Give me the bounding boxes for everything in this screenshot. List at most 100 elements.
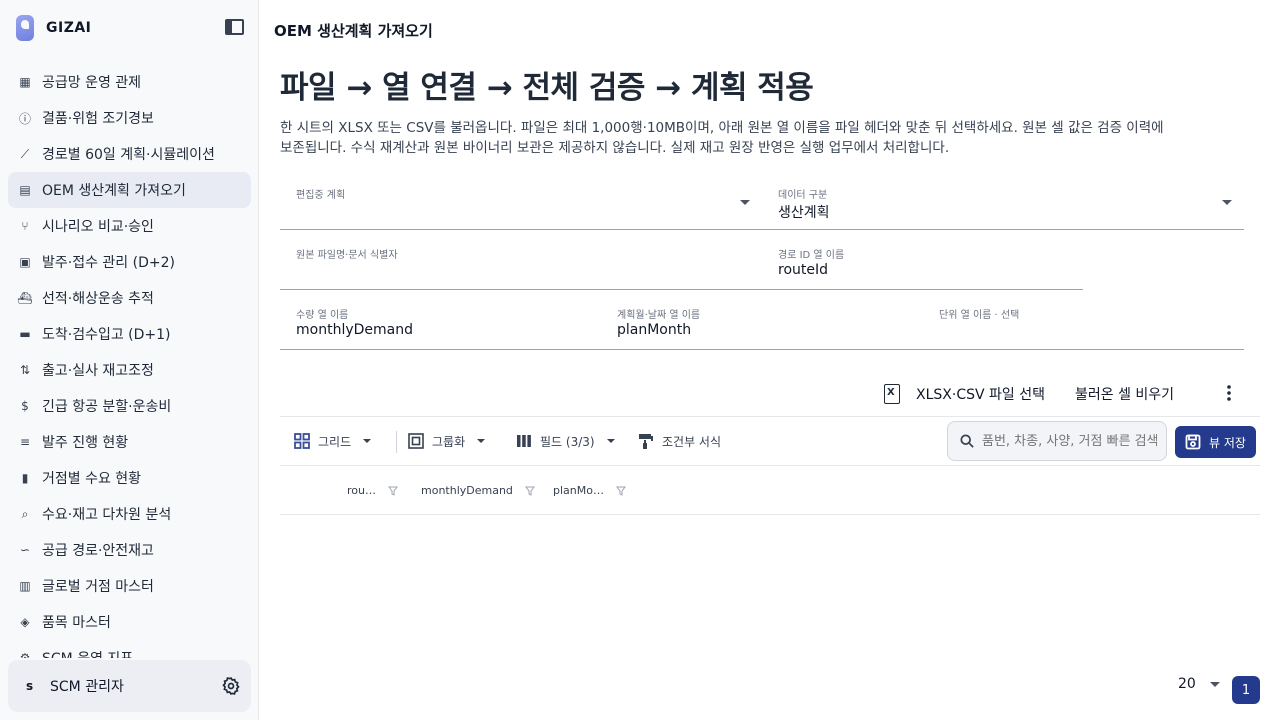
quantity-column-field[interactable]: 수량 열 이름 monthlyDemand [280, 300, 601, 350]
gear-icon[interactable] [221, 676, 241, 696]
page-size-select[interactable]: 20 [1178, 676, 1220, 692]
brand-name: GIZAI [46, 20, 92, 36]
grid-header-row: rou… monthlyDemand planMo… [280, 466, 1260, 515]
sidebar-item-label: 결품·위험 조기경보 [42, 111, 154, 127]
plan-select[interactable]: 편집중 계획 [280, 180, 762, 230]
select-file-button[interactable]: XLSX·CSV 파일 선택 [916, 384, 1045, 404]
trend-icon: ⟋ [20, 146, 30, 161]
grid-column-header[interactable]: planMo… [553, 484, 626, 497]
sidebar-item-11[interactable]: ▮ 거점별 수요 현황 [8, 460, 251, 496]
quantity-column-value: monthlyDemand [296, 322, 413, 338]
conditional-format-button[interactable]: 조건부 서식 [638, 431, 721, 451]
sidebar-collapse-icon[interactable] [225, 19, 244, 35]
sidebar-item-12[interactable]: ⌕ 수요·재고 다차원 분석 [8, 496, 251, 532]
brand[interactable]: GIZAI [16, 14, 91, 42]
sidebar-item-label: 시나리오 비교·승인 [42, 219, 154, 235]
sidebar-item-10[interactable]: ≡ 발주 진행 현황 [8, 424, 251, 460]
unit-column-field[interactable]: 단위 열 이름 · 선택 [923, 300, 1244, 350]
chevron-down-icon [740, 200, 750, 205]
search-input[interactable] [982, 433, 1157, 449]
sidebar-item-label: 발주·접수 관리 (D+2) [42, 255, 175, 271]
branch-icon: ⑂ [21, 219, 29, 233]
dollar-icon: $ [21, 399, 29, 413]
filter-icon[interactable] [524, 486, 535, 496]
file-actions: XLSX·CSV 파일 선택 불러온 셀 비우기 [880, 378, 1174, 410]
checklist-icon: ≡ [19, 435, 31, 449]
group-by-button[interactable]: 그룹화 [408, 431, 486, 451]
sidebar-item-4[interactable]: ⑂ 시나리오 비교·승인 [8, 208, 251, 244]
source-file-label: 원본 파일명·문서 식별자 [296, 250, 398, 261]
filter-icon[interactable] [387, 486, 398, 496]
quick-search[interactable] [947, 421, 1167, 461]
quantity-column-label: 수량 열 이름 [296, 310, 349, 321]
chevron-down-icon [477, 439, 486, 443]
page-size-value: 20 [1178, 676, 1196, 692]
sidebar-item-8[interactable]: ⇅ 출고·실사 재고조정 [8, 352, 251, 388]
sidebar-item-label: SCM 운영 지표 [42, 648, 133, 658]
sidebar-item-label: 글로벌 거점 마스터 [42, 579, 154, 595]
route-icon: ∽ [19, 543, 31, 557]
sidebar-item-1[interactable]: ⓘ 결품·위험 조기경보 [8, 100, 251, 136]
excel-file-icon[interactable] [884, 384, 900, 404]
chevron-down-icon [363, 439, 372, 443]
sidebar-item-2[interactable]: ⟋ 경로별 60일 계획·시뮬레이션 [8, 136, 251, 172]
grid-view-icon [294, 433, 310, 449]
plan-select-label: 편집중 계획 [296, 190, 346, 201]
sidebar-item-label: 도착·검수입고 (D+1) [42, 327, 171, 343]
user-profile[interactable]: s SCM 관리자 [8, 660, 251, 712]
gizai-logo-icon [16, 15, 34, 41]
sidebar-item-label: 긴급 항공 분할·운송비 [42, 399, 172, 415]
view-grid-label: 그리드 [318, 434, 352, 449]
sidebar-item-15[interactable]: ◈ 품목 마스터 [8, 604, 251, 640]
sidebar-item-13[interactable]: ∽ 공급 경로·안전재고 [8, 532, 251, 568]
sidebar-item-16[interactable]: ⚙ SCM 운영 지표 [8, 640, 251, 658]
save-view-label: 뷰 저장 [1209, 435, 1246, 450]
grid-column-header[interactable]: monthlyDemand [421, 484, 535, 497]
grid-column-header[interactable]: rou… [347, 484, 398, 497]
view-grid-button[interactable]: 그리드 [294, 431, 372, 451]
building-icon: ▥ [19, 579, 31, 593]
avatar: s [26, 679, 34, 693]
toolbar-divider [396, 431, 397, 453]
save-view-button[interactable]: 뷰 저장 [1175, 426, 1256, 458]
conditional-format-label: 조건부 서식 [662, 434, 722, 449]
sidebar-item-3[interactable]: ▤ OEM 생산계획 가져오기 [8, 172, 251, 208]
route-column-field[interactable]: 경로 ID 열 이름 routeId [762, 240, 1083, 290]
fields-label: 필드 (3/3) [540, 434, 595, 449]
alert-circle-icon: ⓘ [18, 111, 31, 126]
clear-cells-button[interactable]: 불러온 셀 비우기 [1075, 384, 1174, 404]
sidebar-item-9[interactable]: $ 긴급 항공 분할·운송비 [8, 388, 251, 424]
bar-chart-icon: ▮ [21, 471, 29, 485]
dashboard-icon: ▦ [19, 75, 31, 89]
data-type-label: 데이터 구분 [778, 190, 828, 201]
route-column-value: routeId [778, 262, 829, 278]
chevron-down-icon [1222, 200, 1232, 205]
sidebar-item-label: 공급 경로·안전재고 [42, 543, 154, 559]
search-icon [960, 434, 974, 448]
sidebar: GIZAI ▦ 공급망 운영 관제 ⓘ 결품·위험 조기경보 ⟋ 경로별 60일 계획·시… [0, 0, 259, 720]
columns-icon [517, 435, 531, 447]
page-button[interactable]: 1 [1232, 676, 1260, 704]
filter-icon[interactable] [615, 486, 626, 496]
sidebar-item-14[interactable]: ▥ 글로벌 거점 마스터 [8, 568, 251, 604]
page-title: OEM 생산계획 가져오기 [274, 22, 433, 40]
user-name: SCM 관리자 [50, 679, 124, 695]
sidebar-item-6[interactable]: ⛴ 선적·해상운송 추적 [8, 280, 251, 316]
sidebar-item-label: 공급망 운영 관제 [42, 75, 142, 91]
grid-toolbar: 그리드 그룹화 필드 (3/3) 조건부 서식 뷰 저장 [280, 416, 1260, 466]
sidebar-item-label: 거점별 수요 현황 [42, 471, 142, 487]
date-column-field[interactable]: 계획월·날짜 열 이름 planMonth [601, 300, 923, 350]
data-type-value: 생산계획 [778, 205, 830, 221]
sidebar-item-label: 경로별 60일 계획·시뮬레이션 [42, 147, 215, 163]
sidebar-item-label: 수요·재고 다차원 분석 [42, 507, 172, 523]
sidebar-item-5[interactable]: ▣ 발주·접수 관리 (D+2) [8, 244, 251, 280]
sidebar-item-7[interactable]: ▬ 도착·검수입고 (D+1) [8, 316, 251, 352]
fields-button[interactable]: 필드 (3/3) [516, 431, 615, 451]
data-type-select[interactable]: 데이터 구분 생산계획 [762, 180, 1244, 230]
source-file-field[interactable]: 원본 파일명·문서 식별자 [280, 240, 762, 290]
sidebar-item-0[interactable]: ▦ 공급망 운영 관제 [8, 64, 251, 100]
more-vertical-icon[interactable] [1227, 385, 1231, 401]
date-column-value: planMonth [617, 322, 692, 338]
sidebar-item-label: 품목 마스터 [42, 615, 111, 631]
ship-icon: ⛴ [17, 291, 33, 305]
